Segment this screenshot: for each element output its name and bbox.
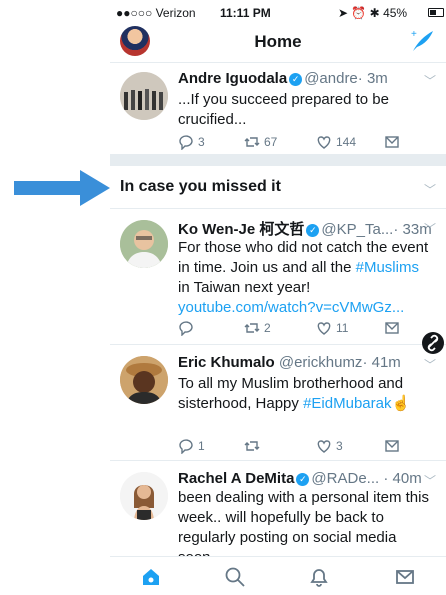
icym-header: In case you missed it ﹀: [110, 166, 446, 209]
avatar-image-icon: [120, 72, 168, 120]
chevron-down-icon[interactable]: ﹀: [424, 472, 436, 489]
envelope-icon: [385, 440, 399, 452]
tweet-time: · 3m: [357, 70, 388, 87]
reply-button[interactable]: [178, 320, 198, 336]
section-divider: [110, 154, 446, 166]
battery-icon: [428, 8, 444, 17]
author-name[interactable]: Rachel A DeMita: [178, 470, 294, 487]
search-icon[interactable]: [224, 566, 246, 588]
tweet-time: · 40m: [383, 470, 422, 487]
retweet-icon: [244, 137, 260, 147]
author-handle: @erickhumz: [278, 354, 363, 371]
retweet-button[interactable]: 2: [244, 320, 271, 336]
like-button[interactable]: 144: [316, 134, 356, 150]
verified-icon: ✓: [289, 73, 303, 86]
battery-label: 45%: [383, 6, 408, 20]
retweet-count: 2: [264, 321, 271, 335]
reply-icon: [179, 439, 193, 454]
retweet-button[interactable]: [244, 438, 264, 454]
tweet-item[interactable]: Rachel A DeMita ✓ @RADe... · 40m ﹀ been de…: [110, 460, 446, 566]
retweet-count: 67: [264, 135, 278, 149]
retweet-button[interactable]: 67: [244, 134, 277, 150]
like-button[interactable]: 11: [316, 320, 348, 336]
retweet-icon: [244, 441, 260, 451]
chevron-down-icon[interactable]: ﹀: [424, 356, 436, 373]
author-name[interactable]: Andre Iguodala: [178, 70, 287, 87]
tweet-actions: 2 11: [178, 320, 408, 338]
dm-button[interactable]: [384, 134, 400, 150]
top-nav: Home +: [110, 22, 446, 63]
heart-icon: [317, 136, 331, 149]
tweet-item[interactable]: Andre Iguodala ✓ @andre· 3m ﹀ ...If you su…: [110, 62, 446, 155]
avatar-image-icon: [120, 472, 168, 520]
status-bar: ●●○○○ Verizon 11:11 PM ➤ ⏰ ✱ 45%: [110, 0, 446, 22]
reply-icon: [179, 321, 193, 336]
tweet-text-part: in Taiwan next year!: [178, 279, 311, 296]
compose-icon[interactable]: +: [410, 28, 436, 54]
dm-button[interactable]: [384, 320, 400, 336]
author-handle: @KP_Ta...: [321, 221, 394, 238]
tweet-header: Eric Khumalo @erickhumz· 41m: [178, 354, 436, 371]
author-handle: @RADe...: [311, 470, 380, 487]
avatar-image-icon: [120, 356, 168, 404]
envelope-icon: [385, 136, 399, 148]
tweet-time: · 41m: [362, 354, 401, 371]
tweet-header: Andre Iguodala ✓ @andre· 3m: [178, 70, 436, 87]
url-link[interactable]: youtube.com/watch?v=cVMwGz...: [178, 299, 404, 316]
reply-button[interactable]: 1: [178, 438, 205, 454]
tweet-text: To all my Muslim brotherhood and sisterh…: [178, 374, 434, 414]
hashtag-link[interactable]: #EidMubarak: [303, 395, 391, 412]
tweet-item[interactable]: Ko Wen-Je 柯文哲 ✓ @KP_Ta...· 33m ﹀ For those…: [110, 208, 446, 345]
chevron-down-icon[interactable]: ﹀: [424, 72, 436, 89]
like-count: 144: [336, 135, 357, 149]
author-name[interactable]: Ko Wen-Je 柯文哲: [178, 221, 304, 238]
chevron-down-icon[interactable]: ﹀: [424, 220, 436, 237]
tweet-item[interactable]: Eric Khumalo @erickhumz· 41m ﹀ To all my…: [110, 344, 446, 461]
home-icon[interactable]: [140, 566, 162, 588]
heart-icon: [317, 440, 331, 453]
reply-count: 3: [198, 135, 205, 149]
carrier-label: ●●○○○ Verizon: [116, 6, 196, 20]
like-button[interactable]: 3: [316, 438, 343, 454]
avatar-image-icon: [120, 220, 168, 268]
reply-icon: [179, 135, 193, 150]
svg-text:+: +: [411, 29, 417, 40]
tweet-actions: 3 67 144: [178, 134, 408, 152]
tweet-header: Ko Wen-Je 柯文哲 ✓ @KP_Ta...· 33m: [178, 218, 436, 239]
page-title: Home: [254, 32, 302, 51]
like-count: 11: [336, 321, 349, 335]
tweet-actions: 1 3: [178, 438, 408, 456]
avatar[interactable]: [120, 220, 168, 268]
clock: 11:11 PM: [220, 6, 271, 20]
section-title: In case you missed it: [120, 178, 281, 195]
tweet-text: For those who did not catch the event in…: [178, 238, 434, 318]
like-count: 3: [336, 439, 343, 453]
tweet-header: Rachel A DeMita ✓ @RADe... · 40m: [178, 470, 436, 487]
avatar[interactable]: [120, 472, 168, 520]
dm-button[interactable]: [384, 438, 400, 454]
author-handle: @andre: [304, 70, 358, 87]
notifications-icon[interactable]: [308, 566, 330, 588]
annotation-arrow: [14, 170, 110, 206]
author-name[interactable]: Eric Khumalo: [178, 354, 275, 371]
chevron-down-icon[interactable]: ﹀: [424, 181, 436, 198]
retweet-icon: [244, 323, 260, 333]
envelope-icon: [385, 322, 399, 334]
hashtag-link[interactable]: #Muslims: [356, 259, 419, 276]
reply-button[interactable]: 3: [178, 134, 205, 150]
emoji: ☝: [391, 395, 411, 412]
heart-icon: [317, 322, 331, 335]
verified-icon: ✓: [306, 224, 320, 237]
tab-bar: [110, 556, 446, 595]
avatar[interactable]: [120, 356, 168, 404]
status-icons: ➤ ⏰ ✱ 45%: [338, 6, 408, 20]
tweet-text: ...If you succeed prepared to be crucifi…: [178, 91, 389, 128]
avatar[interactable]: [120, 72, 168, 120]
reply-count: 1: [198, 439, 205, 453]
verified-icon: ✓: [296, 473, 310, 486]
messages-icon[interactable]: [394, 566, 416, 588]
